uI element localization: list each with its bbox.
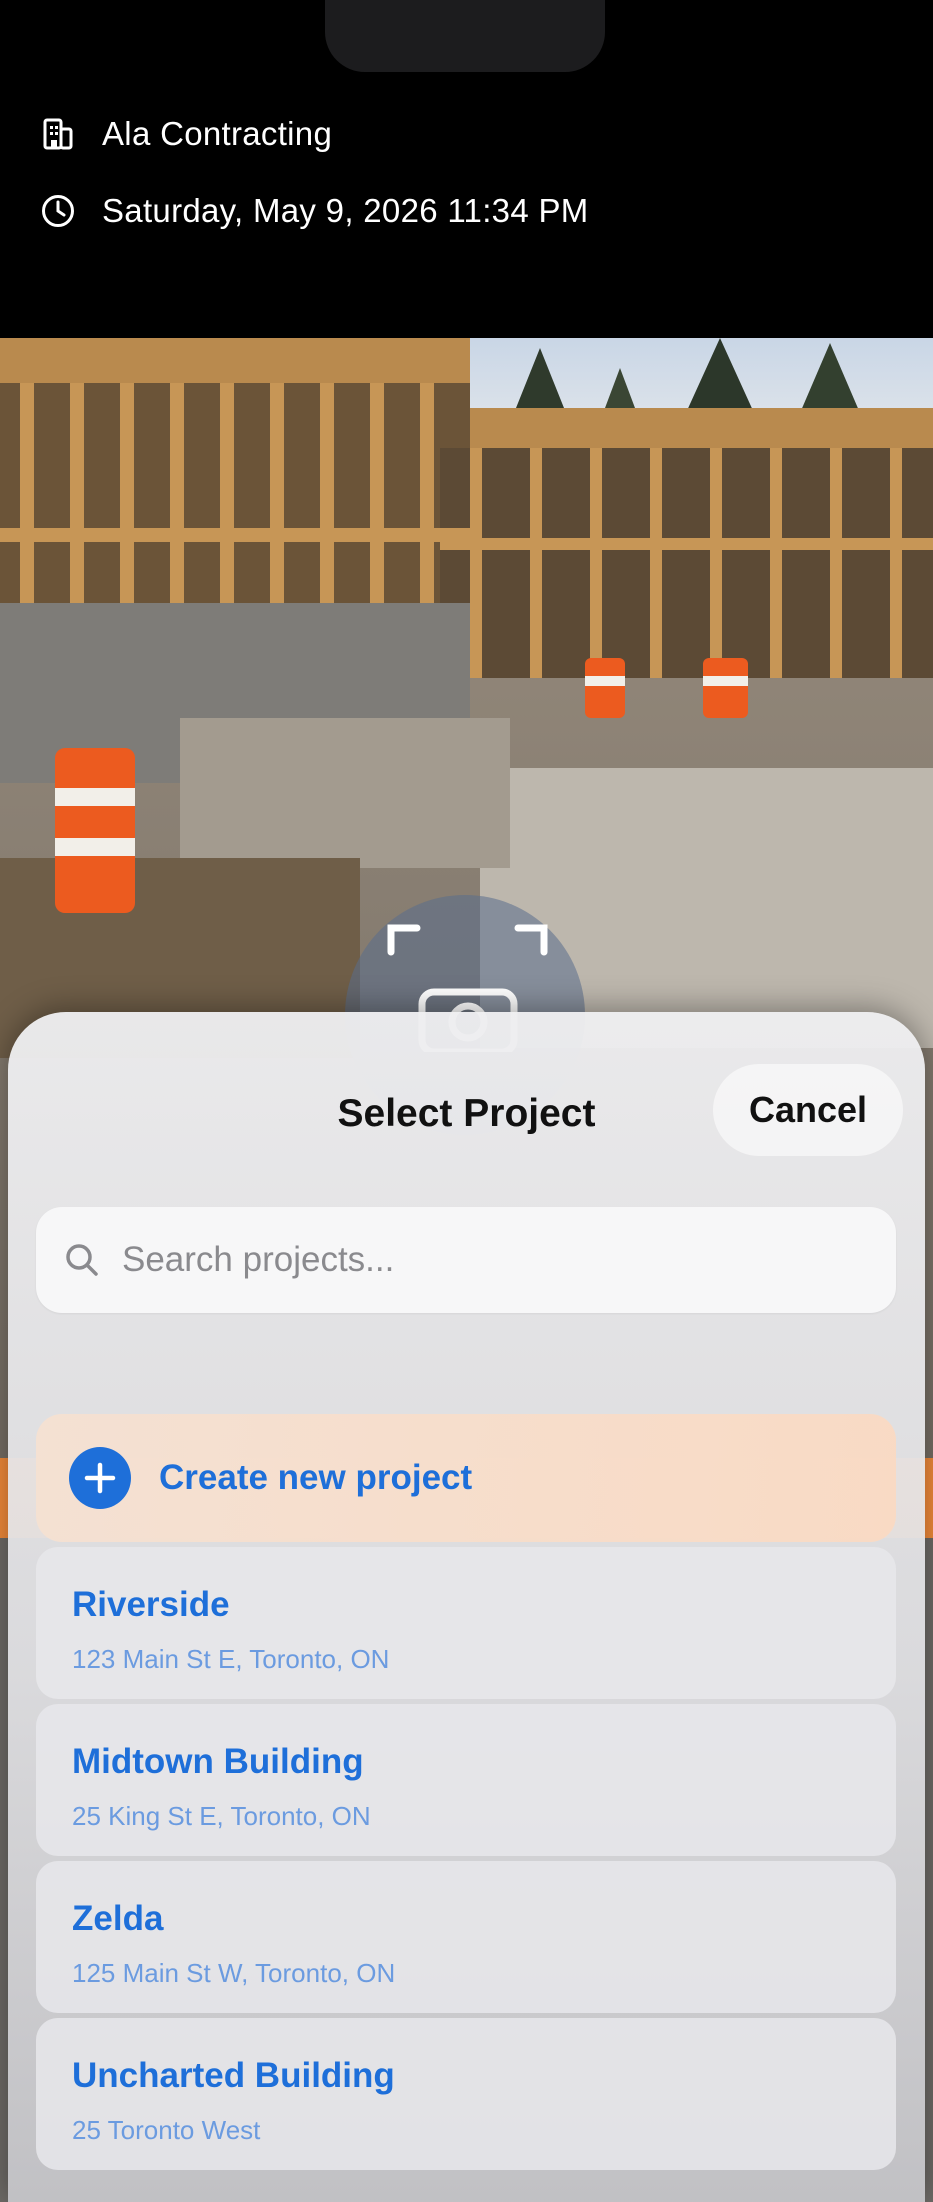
camera-screen: Ala Contracting Saturday, May 9, 2026 11…: [0, 0, 933, 2202]
select-project-sheet: Select Project Cancel Create new project…: [8, 1012, 925, 2202]
plus-icon: [69, 1447, 131, 1509]
project-name: Zelda: [72, 1899, 164, 1938]
project-name: Uncharted Building: [72, 2056, 395, 2095]
cancel-button[interactable]: Cancel: [713, 1064, 903, 1156]
project-item-midtown-building[interactable]: Midtown Building 25 King St E, Toronto, …: [36, 1704, 896, 1856]
project-address: 125 Main St W, Toronto, ON: [72, 1958, 396, 1988]
project-name: Riverside: [72, 1585, 230, 1624]
project-item-zelda[interactable]: Zelda 125 Main St W, Toronto, ON: [36, 1861, 896, 2013]
project-address: 25 Toronto West: [72, 2115, 261, 2145]
project-address: 123 Main St E, Toronto, ON: [72, 1644, 390, 1674]
company-row: Ala Contracting: [40, 115, 332, 153]
project-item-riverside[interactable]: Riverside 123 Main St E, Toronto, ON: [36, 1547, 896, 1699]
company-name: Ala Contracting: [102, 115, 333, 152]
search-bar[interactable]: [36, 1207, 896, 1313]
datetime-row: Saturday, May 9, 2026 11:34 PM: [40, 192, 589, 230]
project-address: 25 King St E, Toronto, ON: [72, 1801, 371, 1831]
create-new-project-button[interactable]: Create new project: [36, 1414, 896, 1542]
project-list: Riverside 123 Main St E, Toronto, ON Mid…: [36, 1547, 896, 2175]
datetime-text: Saturday, May 9, 2026 11:34 PM: [102, 192, 589, 229]
clock-icon: [40, 193, 76, 229]
dynamic-island: [325, 0, 605, 72]
project-item-uncharted-building[interactable]: Uncharted Building 25 Toronto West: [36, 2018, 896, 2170]
project-name: Midtown Building: [72, 1742, 364, 1781]
create-project-label: Create new project: [159, 1458, 473, 1497]
traffic-barrel: [55, 748, 135, 913]
search-icon: [62, 1240, 102, 1280]
search-input[interactable]: [120, 1239, 844, 1281]
building-icon: [40, 116, 76, 152]
